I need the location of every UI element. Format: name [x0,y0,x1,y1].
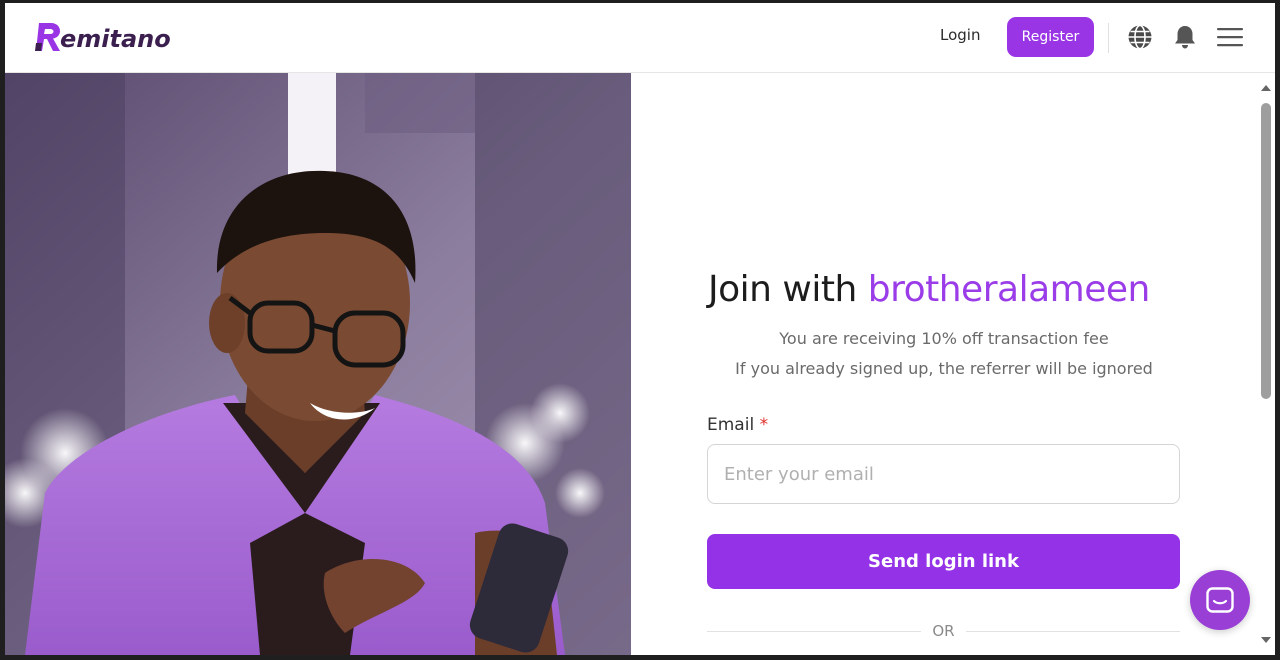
chat-icon[interactable] [1190,570,1250,630]
globe-icon[interactable] [1126,23,1154,51]
menu-icon[interactable] [1215,23,1245,51]
top-navbar: emitano Login Register [5,3,1275,73]
or-divider: OR [707,621,1180,641]
hero-photo [5,73,631,655]
send-login-link-button[interactable]: Send login link [707,534,1180,589]
browser-viewport: emitano Login Register Join with brother… [5,3,1275,655]
referrer-name: brotheralameen [867,269,1151,310]
login-link[interactable]: Login [940,26,980,44]
remitano-logo[interactable]: emitano [35,19,171,53]
discount-text: You are receiving 10% off transaction fe… [779,329,1109,348]
nav-divider [1108,23,1109,53]
signup-title: Join with brotheralameen [708,269,1150,310]
signup-panel: Join with brotheralameen You are receivi… [631,73,1257,655]
email-label-text: Email [707,415,755,435]
or-text: OR [932,622,955,640]
title-prefix: Join with [708,269,868,310]
register-button[interactable]: Register [1007,17,1094,57]
scroll-down-arrow[interactable] [1261,635,1271,645]
logo-r-mark [35,23,60,51]
required-mark: * [759,415,769,435]
email-input[interactable] [707,444,1180,504]
email-label: Email * [707,415,768,435]
referrer-note: If you already signed up, the referrer w… [735,359,1153,378]
scroll-up-arrow[interactable] [1261,83,1271,93]
scrollbar-thumb[interactable] [1261,103,1271,399]
scrollbar[interactable] [1257,73,1275,655]
logo-text: emitano [60,25,171,53]
bell-icon[interactable] [1171,23,1199,51]
